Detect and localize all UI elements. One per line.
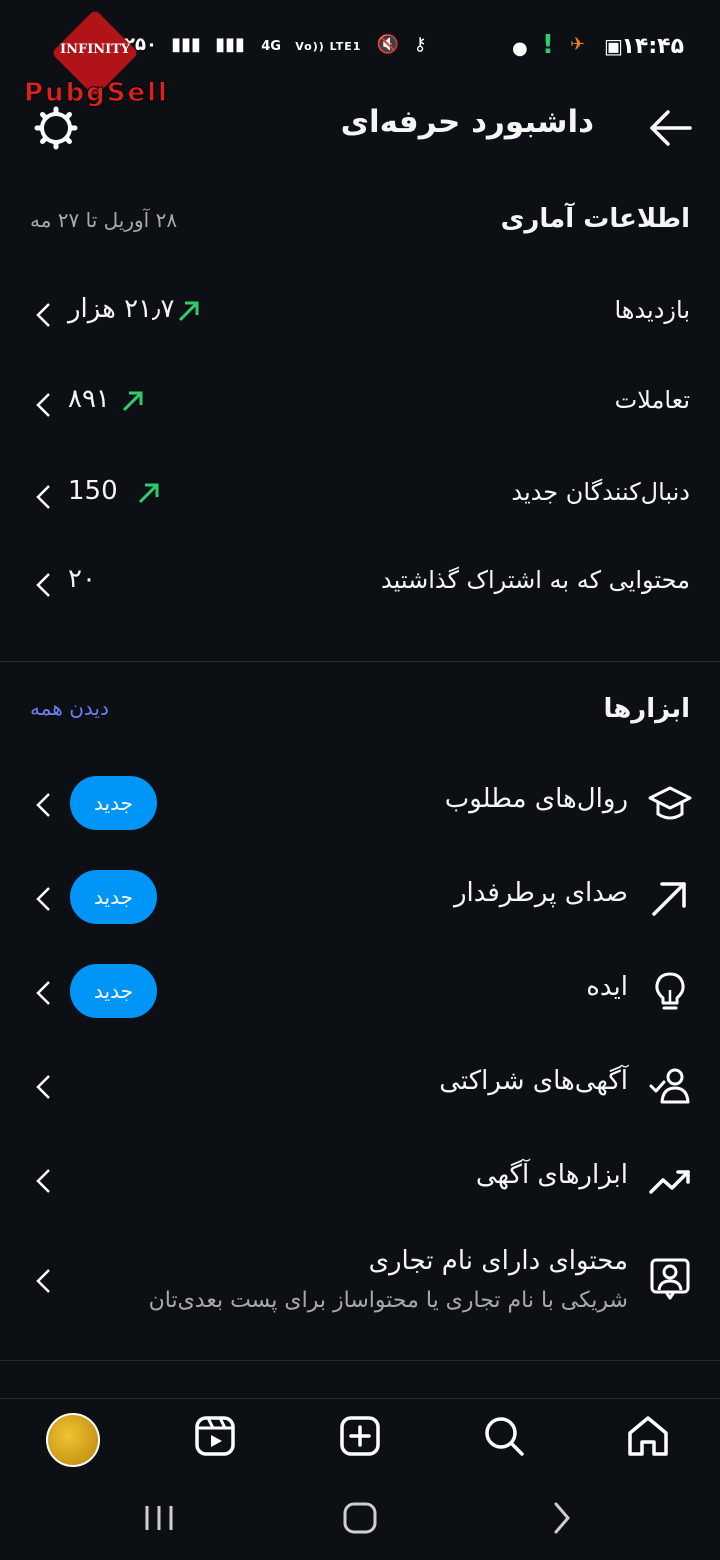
new-badge: جدید <box>70 776 157 830</box>
alert-icon: ! <box>542 30 554 60</box>
trend-up-icon <box>178 301 199 322</box>
tool-label: محتوای دارای نام تجاری <box>368 1246 628 1276</box>
stat-row-interactions[interactable]: تعاملات ۸۹۱ <box>0 374 720 434</box>
tool-label: روال‌های مطلوب <box>444 784 628 814</box>
watermark: INFINITY PubgSell <box>24 9 174 112</box>
mute-icon: 🔇 <box>376 34 401 55</box>
tool-item-trending-audio[interactable]: صدای پرطرفدار جدید <box>0 858 720 938</box>
profile-avatar[interactable] <box>46 1413 100 1467</box>
lightbulb-icon <box>655 972 685 1010</box>
stat-label: محتوایی که به اشتراک گذاشتید <box>381 566 690 594</box>
tool-item-ad-tools[interactable]: ابزارهای آگهی <box>0 1140 720 1220</box>
new-badge: جدید <box>70 964 157 1018</box>
signal-icon-2: ▮▮▮ <box>215 34 245 55</box>
stats-section-title: اطلاعات آماری <box>500 204 690 234</box>
reels-icon[interactable] <box>192 1413 238 1459</box>
stat-label: تعاملات <box>614 386 690 414</box>
chevron-left-icon <box>36 303 50 327</box>
watermark-brand: PubgSell <box>24 78 169 109</box>
section-divider <box>0 1360 720 1361</box>
recent-apps-icon[interactable] <box>142 1498 176 1538</box>
tools-section-title: ابزارها <box>603 694 690 724</box>
partner-check-icon <box>649 1068 690 1104</box>
stat-value: ۲۱٫۷ هزار <box>68 294 175 324</box>
tool-item-best-practices[interactable]: روال‌های مطلوب جدید <box>0 764 720 844</box>
tool-item-partnership-ads[interactable]: آگهی‌های شراکتی <box>0 1046 720 1126</box>
tool-item-branded-content[interactable]: محتوای دارای نام تجاری شریکی با نام تجار… <box>0 1232 720 1328</box>
watermark-logo-text: INFINITY <box>60 42 131 57</box>
stat-label: دنبال‌کنندگان جدید <box>511 478 690 506</box>
stat-row-shared-content[interactable]: محتوایی که به اشتراک گذاشتید ۲۰ <box>0 554 720 614</box>
settings-gear-icon[interactable] <box>34 106 78 150</box>
bottom-nav <box>0 1398 720 1479</box>
graduation-cap-icon <box>648 786 692 820</box>
branded-content-icon <box>650 1258 690 1300</box>
tool-label: ابزارهای آگهی <box>475 1160 628 1190</box>
chevron-left-icon <box>36 1075 50 1099</box>
page-title: داشبورد حرفه‌ای <box>340 104 594 140</box>
tool-label: آگهی‌های شراکتی <box>439 1066 628 1096</box>
chevron-left-icon <box>36 1269 50 1293</box>
new-badge: جدید <box>70 870 157 924</box>
tool-item-ideas[interactable]: ایده جدید <box>0 952 720 1032</box>
stat-value: ۸۹۱ <box>68 384 110 414</box>
clock: ۱۴:۴۵ <box>621 34 684 59</box>
stat-row-views[interactable]: بازدیدها ۲۱٫۷ هزار <box>0 284 720 344</box>
home-button-icon[interactable] <box>340 1498 380 1538</box>
chevron-left-icon <box>36 393 50 417</box>
image-icon: ▣ <box>604 34 623 58</box>
signal-icon: ▮▮▮ <box>171 34 201 55</box>
stat-label: بازدیدها <box>614 296 690 324</box>
app-notification-icon: ✈ <box>570 34 586 55</box>
create-post-icon[interactable] <box>337 1413 383 1459</box>
stats-date-range: ۲۸ آوریل تا ۲۷ مه <box>30 208 178 232</box>
home-icon[interactable] <box>625 1413 671 1459</box>
trend-up-icon <box>138 483 159 504</box>
chevron-left-icon <box>36 793 50 817</box>
chevron-left-icon <box>36 573 50 597</box>
dot-icon: ● <box>512 38 528 59</box>
chevron-left-icon <box>36 485 50 509</box>
system-back-icon[interactable] <box>548 1498 576 1538</box>
system-navigation <box>0 1478 720 1560</box>
stat-value: ۲۰ <box>68 564 96 594</box>
search-icon[interactable] <box>481 1413 527 1459</box>
volte-indicator: Vo)) LTE1 <box>295 40 362 53</box>
chevron-left-icon <box>36 887 50 911</box>
stat-row-new-followers[interactable]: دنبال‌کنندگان جدید 150 <box>0 466 720 526</box>
chart-trend-icon <box>649 1170 690 1194</box>
see-all-link[interactable]: دیدن همه <box>30 696 109 720</box>
stat-value: 150 <box>68 476 118 506</box>
tool-label: صدای پرطرفدار <box>453 878 628 908</box>
back-arrow-icon[interactable] <box>648 106 692 150</box>
chevron-left-icon <box>36 1169 50 1193</box>
chevron-left-icon <box>36 981 50 1005</box>
network-type: 4G <box>261 39 282 54</box>
tool-label: ایده <box>586 972 628 1002</box>
trending-arrow-icon <box>652 882 686 916</box>
key-icon: ⚷ <box>413 34 428 55</box>
section-divider <box>0 661 720 662</box>
tool-sublabel: شریکی با نام تجاری یا محتواساز برای پست … <box>148 1288 628 1313</box>
trend-up-icon <box>122 391 143 412</box>
